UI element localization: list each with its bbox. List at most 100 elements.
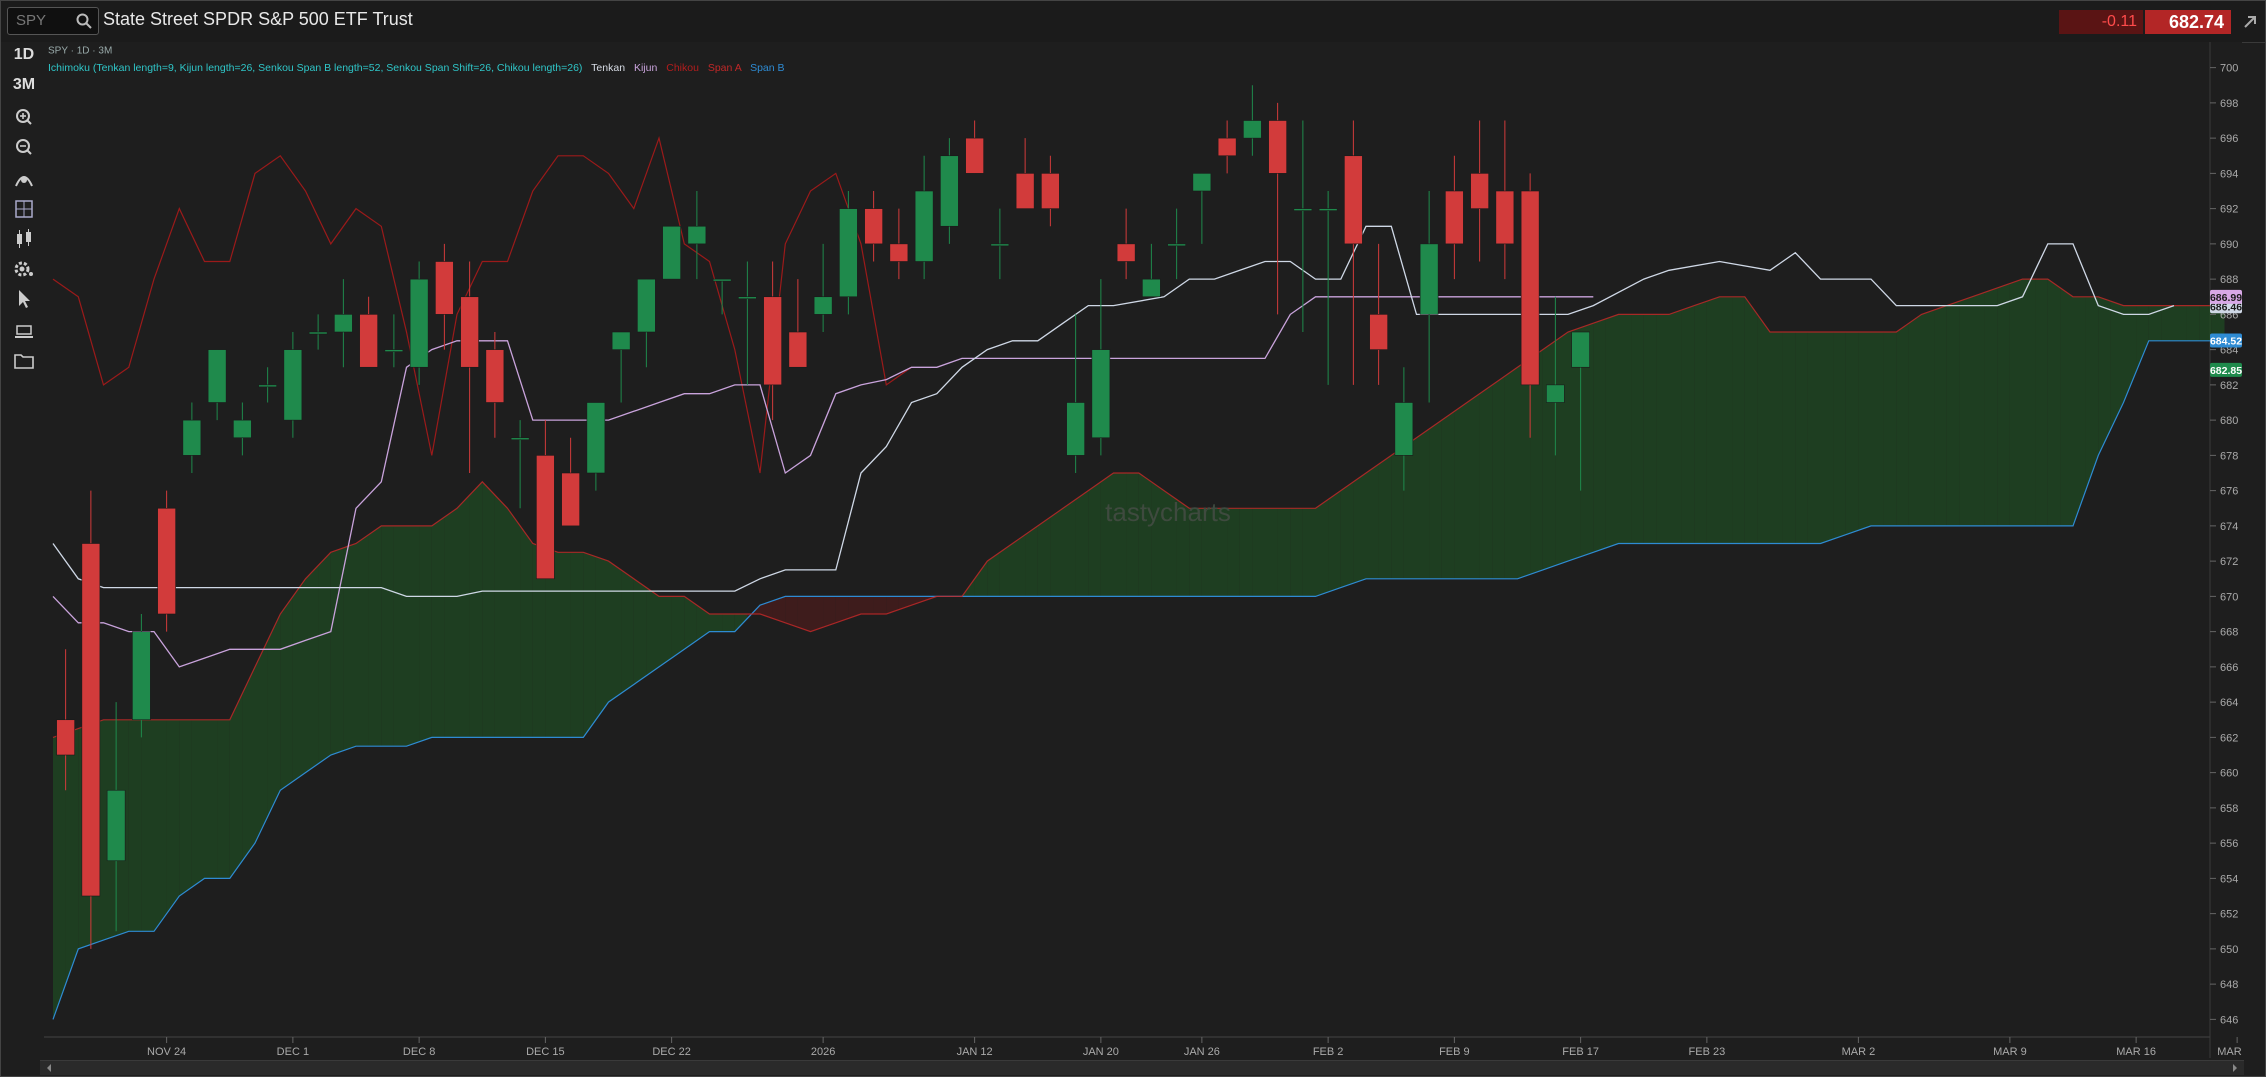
symbol-input-text: SPY xyxy=(16,12,47,29)
search-icon[interactable] xyxy=(75,12,93,30)
candle-body xyxy=(637,278,656,333)
cloud-segment xyxy=(419,525,432,742)
candle-body xyxy=(561,472,580,527)
candle-body xyxy=(889,243,909,262)
cloud-segment xyxy=(1239,508,1253,597)
x-tick-label: FEB 2 xyxy=(1313,1046,1344,1058)
period-1d-button[interactable]: 1D xyxy=(6,42,42,68)
cloud-segment xyxy=(1593,318,1606,553)
x-tick-label: DEC 8 xyxy=(403,1046,435,1058)
cloud-segment xyxy=(1378,455,1392,579)
studies-icon[interactable] xyxy=(6,166,42,192)
price-badge-label: 682.85 xyxy=(2210,365,2242,377)
candle-body xyxy=(359,314,378,368)
cloud-segment xyxy=(2009,279,2023,526)
cloud-segment xyxy=(65,728,79,985)
y-tick-label: 696 xyxy=(2220,133,2238,145)
cloud-segment xyxy=(595,556,609,720)
candle-body xyxy=(56,719,75,756)
settings-gear-icon[interactable] xyxy=(6,256,42,282)
cloud-segment xyxy=(1845,332,1859,535)
last-price-badge: 682.74 xyxy=(2145,10,2231,34)
cloud-segment xyxy=(1770,332,1783,544)
drawing-grid-icon[interactable] xyxy=(6,196,42,222)
cloud-segment xyxy=(128,719,142,932)
zoom-out-icon[interactable] xyxy=(6,134,42,160)
candle-body xyxy=(611,331,631,350)
symbol-search-input[interactable]: SPY xyxy=(7,7,99,35)
cloud-segment xyxy=(179,719,192,896)
cloud-segment xyxy=(1113,473,1127,597)
cloud-segment xyxy=(53,732,66,1020)
cloud-segment xyxy=(1050,508,1063,597)
cloud-segment xyxy=(1302,508,1316,597)
scroll-right-icon[interactable] xyxy=(2230,1063,2240,1073)
candle-body xyxy=(1167,243,1186,247)
cloud-segment xyxy=(1315,499,1329,597)
candle-body xyxy=(1571,331,1590,368)
x-tick-label: MAR 16 xyxy=(2116,1046,2156,1058)
legend-kijun: Kijun xyxy=(634,62,658,74)
zoom-in-icon[interactable] xyxy=(6,104,42,130)
cloud-segment xyxy=(621,569,634,694)
cloud-segment xyxy=(1858,332,1871,531)
cloud-segment xyxy=(1012,534,1026,597)
net-change-value: -0.11 xyxy=(2101,13,2137,30)
cloud-segment xyxy=(305,565,319,773)
y-tick-label: 652 xyxy=(2220,909,2238,921)
candle-body xyxy=(586,402,606,474)
y-tick-label: 680 xyxy=(2220,415,2238,427)
candle-body xyxy=(712,278,732,282)
layers-icon[interactable] xyxy=(6,318,42,344)
x-tick-label: DEC 1 xyxy=(277,1046,309,1058)
cloud-segment xyxy=(343,543,356,751)
popout-icon[interactable] xyxy=(2240,12,2260,32)
folder-icon[interactable] xyxy=(6,348,42,374)
cloud-segment xyxy=(1037,517,1051,597)
x-tick-label: FEB 23 xyxy=(1689,1046,1726,1058)
candle-style-icon[interactable] xyxy=(6,226,42,252)
y-tick-label: 676 xyxy=(2220,486,2238,498)
candle-body xyxy=(662,225,681,280)
cloud-segment xyxy=(1138,473,1152,597)
cloud-segment xyxy=(1959,296,1972,526)
cloud-segment xyxy=(1719,296,1733,544)
legend-span-b: Span B xyxy=(750,62,784,74)
candle-body xyxy=(1419,243,1439,315)
cloud-segment xyxy=(444,508,457,738)
y-tick-label: 694 xyxy=(2220,168,2238,180)
cloud-segment xyxy=(267,614,281,817)
x-tick-label: DEC 22 xyxy=(652,1046,691,1058)
cloud-segment xyxy=(1353,473,1366,584)
cloud-segment xyxy=(2174,305,2187,341)
scroll-left-icon[interactable] xyxy=(44,1063,54,1073)
y-tick-label: 688 xyxy=(2220,274,2238,286)
candle-body xyxy=(510,437,530,441)
cloud-segment xyxy=(797,596,811,632)
cloud-segment xyxy=(1643,314,1657,544)
x-tick-label: JAN 26 xyxy=(1184,1046,1220,1058)
cloud-segment xyxy=(1946,301,1960,526)
cloud-segment xyxy=(2060,287,2073,526)
candle-body xyxy=(334,314,353,333)
candle-body xyxy=(1520,190,1540,386)
cloud-segment xyxy=(558,552,571,738)
chart-symbol-line: SPY · 1D · 3M xyxy=(48,45,112,56)
candle-body xyxy=(258,384,277,388)
candle-body xyxy=(207,349,227,403)
x-tick-label: 2026 xyxy=(811,1046,835,1058)
candle-body xyxy=(1495,190,1515,245)
cloud-segment xyxy=(1782,332,1796,544)
x-tick-label: DEC 15 xyxy=(526,1046,565,1058)
x-tick-label: MAR 9 xyxy=(1993,1046,2027,1058)
price-chart[interactable]: tastycharts 646 648 650 652 654 656 658 660 662 6… xyxy=(42,42,2242,1058)
cursor-icon[interactable] xyxy=(6,286,42,312)
range-3m-button[interactable]: 3M xyxy=(6,72,42,98)
cloud-segment xyxy=(1403,437,1417,579)
candle-body xyxy=(965,137,984,174)
cloud-segment xyxy=(1075,490,1089,597)
cloud-segment xyxy=(1934,305,1947,526)
cloud-segment xyxy=(520,525,533,738)
horizontal-scrollbar[interactable] xyxy=(40,1060,2244,1075)
candle-body xyxy=(738,296,757,300)
